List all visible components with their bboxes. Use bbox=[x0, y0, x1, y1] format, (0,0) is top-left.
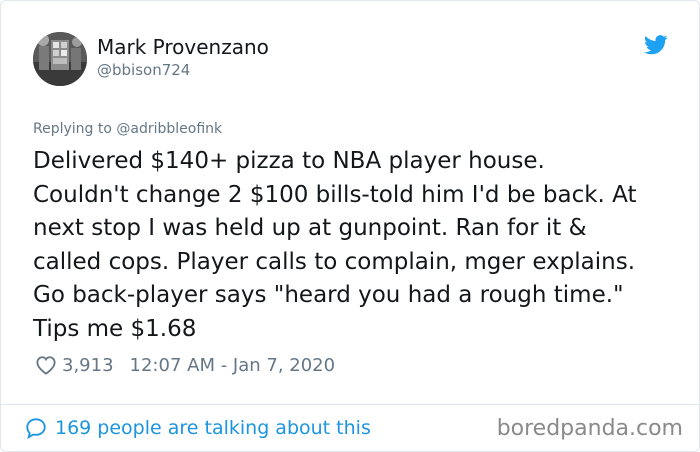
author-display-name[interactable]: Mark Provenzano bbox=[97, 35, 269, 59]
tweet-timestamp[interactable]: 12:07 AM - Jan 7, 2020 bbox=[130, 355, 336, 376]
conversation-link[interactable]: 169 people are talking about this bbox=[25, 414, 371, 442]
tweet-card: Mark Provenzano @bbison724 Replying to @… bbox=[0, 0, 700, 452]
speech-bubble-icon bbox=[26, 418, 46, 439]
watermark: boredpanda.com bbox=[496, 416, 683, 441]
replying-to-label[interactable]: Replying to @adribbleofink bbox=[33, 121, 222, 137]
avatar[interactable] bbox=[33, 32, 87, 86]
heart-icon[interactable] bbox=[35, 355, 57, 375]
tweet-line: Tips me $1.68 bbox=[33, 315, 197, 342]
like-count[interactable]: 3,913 bbox=[62, 355, 114, 376]
author-handle[interactable]: @bbison724 bbox=[97, 61, 190, 79]
tweet-line: Couldn't change 2 $100 bills-told him I'… bbox=[33, 181, 637, 208]
conversation-label: 169 people are talking about this bbox=[55, 417, 371, 439]
tweet-text: Delivered $140+ pizza to NBA player hous… bbox=[33, 145, 683, 346]
twitter-bird-icon[interactable] bbox=[644, 35, 668, 55]
tweet-line: Go back-player says "heard you had a rou… bbox=[33, 282, 624, 308]
tweet-line: called cops. Player calls to complain, m… bbox=[33, 248, 636, 275]
avatar-photo bbox=[33, 32, 87, 86]
tweet-meta: 3,913 12:07 AM - Jan 7, 2020 bbox=[35, 352, 335, 378]
divider bbox=[1, 404, 700, 405]
tweet-line: next stop I was held up at gunpoint. Ran… bbox=[33, 215, 587, 241]
tweet-line: Delivered $140+ pizza to NBA player hous… bbox=[33, 148, 545, 174]
